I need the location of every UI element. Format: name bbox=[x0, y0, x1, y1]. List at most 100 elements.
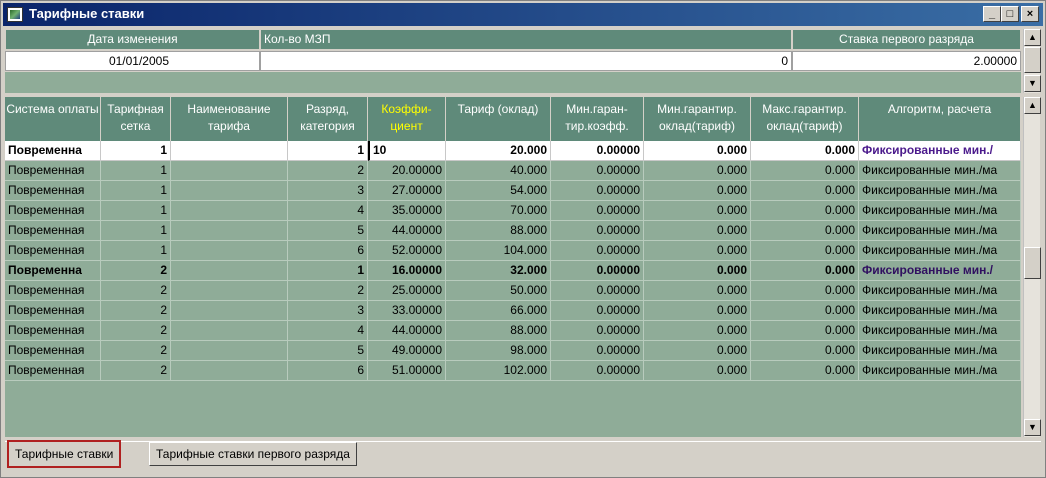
cell-algorithm[interactable]: Фиксированные мин./ма bbox=[859, 241, 1021, 261]
cell-min-coef[interactable]: 0.00000 bbox=[551, 321, 644, 341]
cell-max-salary[interactable]: 0.000 bbox=[751, 321, 859, 341]
grid-scroll-up-icon[interactable]: ▲ bbox=[1024, 97, 1041, 114]
cell-tariff-name[interactable] bbox=[171, 201, 288, 221]
cell-tariff-name[interactable] bbox=[171, 321, 288, 341]
cell-tariff-name[interactable] bbox=[171, 221, 288, 241]
cell-min-salary[interactable]: 0.000 bbox=[644, 181, 751, 201]
table-row[interactable]: Повременная 1 4 35.00000 70.000 0.00000 0.000 0… bbox=[5, 201, 1021, 221]
grid-scroll-down-icon[interactable]: ▼ bbox=[1024, 419, 1041, 436]
cell-pay-system[interactable]: Повременная bbox=[5, 181, 101, 201]
cell-coefficient[interactable]: 49.00000 bbox=[368, 341, 446, 361]
cell-pay-system[interactable]: Повременная bbox=[5, 161, 101, 181]
cell-min-salary[interactable]: 0.000 bbox=[644, 341, 751, 361]
cell-algorithm[interactable]: Фиксированные мин./ма bbox=[859, 161, 1021, 181]
cell-tariff-name[interactable] bbox=[171, 361, 288, 381]
table-row[interactable]: Повременная 2 2 25.00000 50.000 0.00000 0.000 0… bbox=[5, 281, 1021, 301]
cell-grade[interactable]: 4 bbox=[288, 201, 368, 221]
minimize-button[interactable]: _ bbox=[983, 6, 1001, 22]
cell-coefficient[interactable]: 44.00000 bbox=[368, 321, 446, 341]
cell-grade[interactable]: 6 bbox=[288, 241, 368, 261]
cell-min-salary[interactable]: 0.000 bbox=[644, 241, 751, 261]
cell-tariff-grid[interactable]: 1 bbox=[101, 241, 171, 261]
cell-pay-system[interactable]: Повременная bbox=[5, 301, 101, 321]
cell-tariff-salary[interactable]: 54.000 bbox=[446, 181, 551, 201]
cell-tariff-salary[interactable]: 88.000 bbox=[446, 221, 551, 241]
cell-min-salary[interactable]: 0.000 bbox=[644, 221, 751, 241]
cell-max-salary[interactable]: 0.000 bbox=[751, 161, 859, 181]
cell-tariff-name[interactable] bbox=[171, 241, 288, 261]
table-row[interactable]: Повременна 2 1 16.00000 32.000 0.00000 0.000 0.… bbox=[5, 261, 1021, 281]
cell-min-salary[interactable]: 0.000 bbox=[644, 361, 751, 381]
cell-grade[interactable]: 2 bbox=[288, 281, 368, 301]
cell-tariff-salary[interactable]: 40.000 bbox=[446, 161, 551, 181]
cell-max-salary[interactable]: 0.000 bbox=[751, 141, 859, 161]
scroll-up-icon[interactable]: ▲ bbox=[1024, 29, 1041, 46]
cell-min-coef[interactable]: 0.00000 bbox=[551, 241, 644, 261]
cell-tariff-name[interactable] bbox=[171, 181, 288, 201]
cell-grade[interactable]: 4 bbox=[288, 321, 368, 341]
table-row[interactable]: Повременная 2 4 44.00000 88.000 0.00000 0.000 0… bbox=[5, 321, 1021, 341]
cell-grade[interactable]: 6 bbox=[288, 361, 368, 381]
cell-algorithm[interactable]: Фиксированные мин./ма bbox=[859, 341, 1021, 361]
col-header-grade[interactable]: Разряд, категория bbox=[300, 102, 355, 133]
table-row[interactable]: Повременная 1 2 20.00000 40.000 0.00000 0.000 0… bbox=[5, 161, 1021, 181]
col-header-min-coef[interactable]: Мин.гаран- тир.коэфф. bbox=[565, 102, 628, 133]
date-change-field[interactable]: 01/01/2005 bbox=[5, 51, 260, 71]
cell-algorithm[interactable]: Фиксированные мин./ма bbox=[859, 181, 1021, 201]
cell-tariff-salary[interactable]: 88.000 bbox=[446, 321, 551, 341]
table-row[interactable]: Повременная 2 6 51.00000 102.000 0.00000 0.000… bbox=[5, 361, 1021, 381]
cell-grade[interactable]: 1 bbox=[288, 141, 368, 161]
cell-tariff-grid[interactable]: 2 bbox=[101, 301, 171, 321]
cell-tariff-grid[interactable]: 1 bbox=[101, 141, 171, 161]
cell-min-salary[interactable]: 0.000 bbox=[644, 261, 751, 281]
cell-tariff-name[interactable] bbox=[171, 161, 288, 181]
table-row[interactable]: Повременная 1 6 52.00000 104.000 0.00000 0.000… bbox=[5, 241, 1021, 261]
cell-pay-system[interactable]: Повременна bbox=[5, 141, 101, 161]
table-row[interactable]: Повременна 1 1 10 20.000 0.00000 0.000 0.000 Фик… bbox=[5, 141, 1021, 161]
cell-coefficient[interactable]: 20.00000 bbox=[368, 161, 446, 181]
cell-max-salary[interactable]: 0.000 bbox=[751, 181, 859, 201]
cell-pay-system[interactable]: Повременная bbox=[5, 321, 101, 341]
cell-tariff-grid[interactable]: 2 bbox=[101, 361, 171, 381]
cell-min-salary[interactable]: 0.000 bbox=[644, 301, 751, 321]
cell-max-salary[interactable]: 0.000 bbox=[751, 361, 859, 381]
col-header-tariff-salary[interactable]: Тариф (оклад) bbox=[458, 102, 539, 116]
cell-tariff-salary[interactable]: 66.000 bbox=[446, 301, 551, 321]
first-rate-field[interactable]: 2.00000 bbox=[792, 51, 1021, 71]
cell-grade[interactable]: 1 bbox=[288, 261, 368, 281]
cell-tariff-salary[interactable]: 20.000 bbox=[446, 141, 551, 161]
cell-tariff-salary[interactable]: 102.000 bbox=[446, 361, 551, 381]
table-row[interactable]: Повременная 2 3 33.00000 66.000 0.00000 0.000 0… bbox=[5, 301, 1021, 321]
cell-pay-system[interactable]: Повременная bbox=[5, 281, 101, 301]
cell-min-coef[interactable]: 0.00000 bbox=[551, 201, 644, 221]
cell-tariff-grid[interactable]: 2 bbox=[101, 321, 171, 341]
cell-coefficient[interactable]: 27.00000 bbox=[368, 181, 446, 201]
cell-tariff-grid[interactable]: 2 bbox=[101, 281, 171, 301]
table-row[interactable]: Повременная 1 5 44.00000 88.000 0.00000 0.000 0… bbox=[5, 221, 1021, 241]
table-row[interactable]: Повременная 1 3 27.00000 54.000 0.00000 0.000 0… bbox=[5, 181, 1021, 201]
col-header-max-salary[interactable]: Макс.гарантир. оклад(тариф) bbox=[762, 102, 847, 133]
grid-scroll-thumb[interactable] bbox=[1024, 247, 1041, 279]
cell-min-salary[interactable]: 0.000 bbox=[644, 281, 751, 301]
cell-grade[interactable]: 5 bbox=[288, 341, 368, 361]
top-scrollbar[interactable]: ▲ ▼ bbox=[1023, 29, 1041, 93]
cell-tariff-salary[interactable]: 32.000 bbox=[446, 261, 551, 281]
col-header-algorithm[interactable]: Алгоритм, расчета bbox=[888, 102, 991, 116]
cell-coefficient[interactable]: 33.00000 bbox=[368, 301, 446, 321]
cell-tariff-name[interactable] bbox=[171, 141, 288, 161]
cell-algorithm[interactable]: Фиксированные мин./ма bbox=[859, 301, 1021, 321]
cell-tariff-name[interactable] bbox=[171, 281, 288, 301]
cell-min-salary[interactable]: 0.000 bbox=[644, 201, 751, 221]
col-header-tariff-name[interactable]: Наименование тарифа bbox=[187, 102, 270, 133]
cell-tariff-grid[interactable]: 2 bbox=[101, 341, 171, 361]
cell-grade[interactable]: 3 bbox=[288, 181, 368, 201]
cell-tariff-grid[interactable]: 1 bbox=[101, 201, 171, 221]
cell-grade[interactable]: 2 bbox=[288, 161, 368, 181]
cell-tariff-salary[interactable]: 50.000 bbox=[446, 281, 551, 301]
cell-tariff-salary[interactable]: 104.000 bbox=[446, 241, 551, 261]
cell-pay-system[interactable]: Повременная bbox=[5, 341, 101, 361]
cell-max-salary[interactable]: 0.000 bbox=[751, 221, 859, 241]
cell-min-salary[interactable]: 0.000 bbox=[644, 141, 751, 161]
cell-tariff-grid[interactable]: 1 bbox=[101, 161, 171, 181]
cell-tariff-grid[interactable]: 1 bbox=[101, 221, 171, 241]
